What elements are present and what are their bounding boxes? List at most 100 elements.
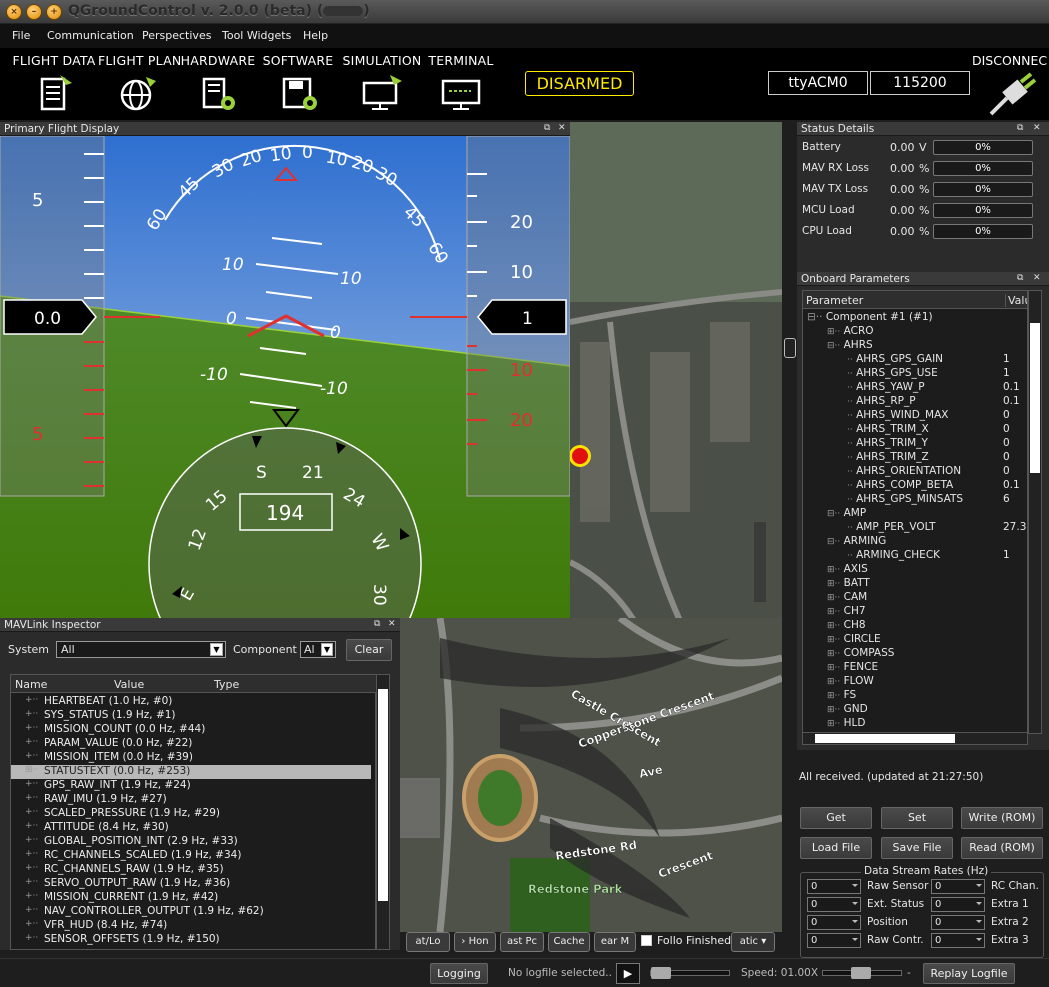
close-window-button[interactable]: × bbox=[6, 4, 22, 20]
expand-icon[interactable]: +·· bbox=[25, 695, 38, 705]
slider-handle[interactable] bbox=[851, 967, 871, 979]
inspector-message-row[interactable]: +·· PARAM_VALUE (0.0 Hz, #22) bbox=[11, 737, 371, 751]
expand-icon[interactable]: +·· bbox=[25, 863, 38, 873]
params-close-icon[interactable]: ✕ bbox=[1033, 273, 1041, 283]
param-row[interactable]: ·· AHRS_WIND_MAX bbox=[847, 409, 948, 423]
param-scrollbar[interactable] bbox=[1028, 290, 1042, 734]
set-button[interactable]: Set bbox=[881, 807, 953, 829]
menu-perspectives[interactable]: Perspectives bbox=[142, 29, 211, 42]
param-row[interactable]: ·· AHRS_YAW_P bbox=[847, 381, 925, 395]
status-float-icon[interactable]: ⧉ bbox=[1017, 123, 1023, 133]
minimize-window-button[interactable]: – bbox=[26, 4, 42, 20]
inspector-message-row[interactable]: +·· MISSION_CURRENT (1.9 Hz, #42) bbox=[11, 891, 371, 905]
inspector-message-row[interactable]: +·· SCALED_PRESSURE (1.9 Hz, #29) bbox=[11, 807, 371, 821]
clear-button[interactable]: Clear bbox=[346, 639, 392, 661]
map-cache-button[interactable]: Cache bbox=[548, 932, 590, 952]
inspector-message-row[interactable]: +·· SERVO_OUTPUT_RAW (1.9 Hz, #36) bbox=[11, 877, 371, 891]
param-row[interactable]: ·· AHRS_TRIM_X bbox=[847, 423, 929, 437]
satellite-map-lower[interactable]: Redstone Park Redstone Rd Copperstone Cr… bbox=[400, 618, 782, 932]
param-row[interactable]: ·· ARMING_CHECK bbox=[847, 549, 940, 563]
param-value[interactable]: 27.3 bbox=[1003, 521, 1026, 535]
flight-data-button[interactable]: FLIGHT DATA bbox=[12, 53, 96, 117]
read-rom-button[interactable]: Read (ROM) bbox=[961, 837, 1043, 859]
expand-icon[interactable]: +·· bbox=[25, 919, 38, 929]
slider-handle[interactable] bbox=[651, 967, 671, 979]
expand-icon[interactable]: +·· bbox=[25, 751, 38, 761]
param-row[interactable]: ·· AHRS_COMP_BETA bbox=[847, 479, 953, 493]
replay-progress-slider[interactable] bbox=[650, 967, 730, 979]
menu-communication[interactable]: Communication bbox=[47, 29, 134, 42]
param-group[interactable]: ⊞·· HLD bbox=[827, 717, 865, 731]
param-group[interactable]: ⊞·· CH7 bbox=[827, 605, 866, 619]
play-button[interactable]: ▶ bbox=[616, 963, 640, 984]
expand-icon[interactable]: +·· bbox=[25, 709, 38, 719]
map-type-dropdown[interactable]: atic ▾ bbox=[731, 932, 775, 952]
expand-icon[interactable]: +·· bbox=[25, 891, 38, 901]
menu-help[interactable]: Help bbox=[303, 29, 328, 42]
software-button[interactable]: SOFTWARE bbox=[262, 53, 334, 117]
param-group[interactable]: ⊞·· GND bbox=[827, 703, 868, 717]
inspector-message-row[interactable]: +·· SYS_STATUS (1.9 Hz, #1) bbox=[11, 709, 371, 723]
inspector-message-row[interactable]: +·· GLOBAL_POSITION_INT (2.9 Hz, #33) bbox=[11, 835, 371, 849]
param-value[interactable]: 1 bbox=[1003, 353, 1010, 367]
speed-slider[interactable] bbox=[822, 967, 902, 979]
expand-icon[interactable]: +·· bbox=[25, 905, 38, 915]
expand-icon[interactable]: +·· bbox=[25, 779, 38, 789]
inspector-float-icon[interactable]: ⧉ bbox=[374, 619, 380, 629]
rate-spinbox[interactable]: 0 bbox=[807, 933, 861, 948]
map-latlon-button[interactable]: at/Lo bbox=[406, 932, 450, 952]
expand-icon[interactable]: +·· bbox=[25, 807, 38, 817]
param-group[interactable]: ⊟·· ARMING bbox=[827, 535, 886, 549]
map-last-position-button[interactable]: ast Pc bbox=[500, 932, 544, 952]
inspector-scrollbar[interactable] bbox=[376, 674, 390, 950]
param-row[interactable]: ·· AHRS_TRIM_Z bbox=[847, 451, 929, 465]
param-row[interactable]: ·· AHRS_TRIM_Y bbox=[847, 437, 928, 451]
simulation-button[interactable]: SIMULATION bbox=[340, 53, 424, 117]
inspector-message-row[interactable]: +·· RC_CHANNELS_RAW (1.9 Hz, #35) bbox=[11, 863, 371, 877]
params-float-icon[interactable]: ⧉ bbox=[1017, 273, 1023, 283]
serial-port-selector[interactable]: ttyACM0 bbox=[768, 71, 868, 95]
expand-icon[interactable]: +·· bbox=[25, 933, 38, 943]
param-value[interactable]: 1 bbox=[1003, 367, 1010, 381]
load-file-button[interactable]: Load File bbox=[800, 837, 872, 859]
expand-icon[interactable]: +·· bbox=[25, 877, 38, 887]
param-group[interactable]: ⊞·· CAM bbox=[827, 591, 867, 605]
terminal-button[interactable]: TERMINAL bbox=[428, 53, 494, 117]
param-group[interactable]: ⊞·· FENCE bbox=[827, 661, 878, 675]
inspector-message-row[interactable]: +·· HEARTBEAT (1.0 Hz, #0) bbox=[11, 695, 371, 709]
inspector-message-row[interactable]: +·· GPS_RAW_INT (1.9 Hz, #24) bbox=[11, 779, 371, 793]
param-row[interactable]: ·· AHRS_GPS_MINSATS bbox=[847, 493, 963, 507]
system-select[interactable]: All ▼ bbox=[56, 641, 226, 658]
splitter-handle[interactable] bbox=[784, 338, 796, 358]
param-hscrollbar[interactable] bbox=[802, 732, 1028, 745]
baud-rate-selector[interactable]: 115200 bbox=[870, 71, 970, 95]
expand-icon[interactable]: ⊞·· bbox=[25, 765, 38, 775]
menu-tool-widgets[interactable]: Tool Widgets bbox=[222, 29, 291, 42]
param-value[interactable]: 0.1 bbox=[1003, 395, 1020, 409]
get-button[interactable]: Get bbox=[800, 807, 872, 829]
param-value[interactable]: 0 bbox=[1003, 437, 1010, 451]
inspector-close-icon[interactable]: ✕ bbox=[388, 619, 396, 629]
scrollbar-thumb[interactable] bbox=[378, 689, 388, 901]
param-value[interactable]: 6 bbox=[1003, 493, 1010, 507]
param-group[interactable]: ⊞·· AXIS bbox=[827, 563, 868, 577]
rate-spinbox[interactable]: 0 bbox=[931, 915, 985, 930]
expand-icon[interactable]: +·· bbox=[25, 849, 38, 859]
expand-icon[interactable]: +·· bbox=[25, 821, 38, 831]
param-group[interactable]: ⊞·· CIRCLE bbox=[827, 633, 881, 647]
param-value[interactable]: 0 bbox=[1003, 409, 1010, 423]
expand-icon[interactable]: +·· bbox=[25, 737, 38, 747]
param-value[interactable]: 1 bbox=[1003, 549, 1010, 563]
param-group[interactable]: ⊞·· FLOW bbox=[827, 675, 874, 689]
scrollbar-thumb[interactable] bbox=[815, 734, 955, 743]
scrollbar-thumb[interactable] bbox=[1030, 323, 1040, 473]
param-value[interactable]: 0 bbox=[1003, 423, 1010, 437]
rate-spinbox[interactable]: 0 bbox=[807, 897, 861, 912]
menu-file[interactable]: File bbox=[12, 29, 30, 42]
map-view[interactable]: Redstone Park Redstone Rd Copperstone Cr… bbox=[400, 122, 782, 932]
map-clear-button[interactable]: ear M bbox=[594, 932, 636, 952]
param-group[interactable]: ⊞·· ACRO bbox=[827, 325, 874, 339]
param-group[interactable]: ⊞·· FS bbox=[827, 689, 856, 703]
status-close-icon[interactable]: ✕ bbox=[1033, 123, 1041, 133]
maximize-window-button[interactable]: + bbox=[46, 4, 62, 20]
